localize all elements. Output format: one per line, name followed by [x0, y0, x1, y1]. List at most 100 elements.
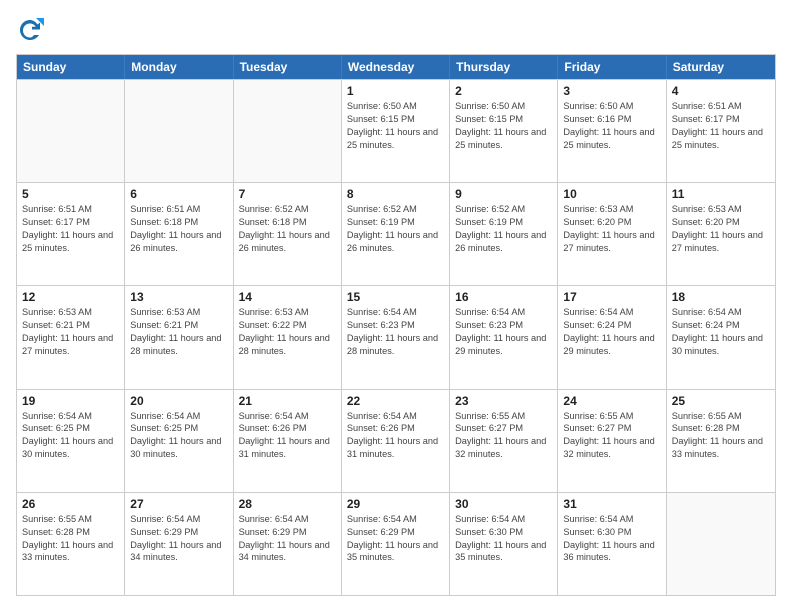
calendar-cell: [234, 80, 342, 182]
calendar-header-day: Monday: [125, 55, 233, 79]
day-number: 23: [455, 394, 552, 408]
calendar-header-day: Wednesday: [342, 55, 450, 79]
day-number: 12: [22, 290, 119, 304]
calendar-cell: 11 Sunrise: 6:53 AM Sunset: 6:20 PM Dayli…: [667, 183, 775, 285]
calendar-cell: 28 Sunrise: 6:54 AM Sunset: 6:29 PM Dayli…: [234, 493, 342, 595]
day-info: Sunrise: 6:51 AM Sunset: 6:17 PM Dayligh…: [22, 203, 119, 255]
day-number: 11: [672, 187, 770, 201]
calendar-week-row: 12 Sunrise: 6:53 AM Sunset: 6:21 PM Dayli…: [17, 285, 775, 388]
day-number: 19: [22, 394, 119, 408]
calendar-body: 1Sunrise: 6:50 AM Sunset: 6:15 PM Daylig…: [17, 79, 775, 595]
calendar-header-day: Sunday: [17, 55, 125, 79]
day-info: Sunrise: 6:55 AM Sunset: 6:27 PM Dayligh…: [563, 410, 660, 462]
calendar-cell: 4Sunrise: 6:51 AM Sunset: 6:17 PM Daylig…: [667, 80, 775, 182]
day-info: Sunrise: 6:54 AM Sunset: 6:29 PM Dayligh…: [347, 513, 444, 565]
calendar-cell: 8Sunrise: 6:52 AM Sunset: 6:19 PM Daylig…: [342, 183, 450, 285]
calendar-header-day: Tuesday: [234, 55, 342, 79]
calendar-cell: 24Sunrise: 6:55 AM Sunset: 6:27 PM Dayli…: [558, 390, 666, 492]
day-number: 31: [563, 497, 660, 511]
day-info: Sunrise: 6:52 AM Sunset: 6:19 PM Dayligh…: [455, 203, 552, 255]
calendar-cell: 21Sunrise: 6:54 AM Sunset: 6:26 PM Dayli…: [234, 390, 342, 492]
day-number: 27: [130, 497, 227, 511]
header: [16, 16, 776, 44]
day-number: 6: [130, 187, 227, 201]
day-number: 4: [672, 84, 770, 98]
day-info: Sunrise: 6:54 AM Sunset: 6:24 PM Dayligh…: [672, 306, 770, 358]
calendar-cell: 15 Sunrise: 6:54 AM Sunset: 6:23 PM Dayli…: [342, 286, 450, 388]
day-number: 26: [22, 497, 119, 511]
calendar-cell: 25 Sunrise: 6:55 AM Sunset: 6:28 PM Dayli…: [667, 390, 775, 492]
calendar-week-row: 5 Sunrise: 6:51 AM Sunset: 6:17 PM Daylig…: [17, 182, 775, 285]
day-info: Sunrise: 6:54 AM Sunset: 6:29 PM Dayligh…: [130, 513, 227, 565]
calendar-cell: 5 Sunrise: 6:51 AM Sunset: 6:17 PM Daylig…: [17, 183, 125, 285]
day-number: 16: [455, 290, 552, 304]
day-info: Sunrise: 6:54 AM Sunset: 6:25 PM Dayligh…: [22, 410, 119, 462]
calendar-header-day: Saturday: [667, 55, 775, 79]
day-info: Sunrise: 6:52 AM Sunset: 6:18 PM Dayligh…: [239, 203, 336, 255]
calendar-cell: 26 Sunrise: 6:55 AM Sunset: 6:28 PM Dayli…: [17, 493, 125, 595]
day-number: 9: [455, 187, 552, 201]
day-info: Sunrise: 6:50 AM Sunset: 6:15 PM Dayligh…: [455, 100, 552, 152]
calendar-cell: [17, 80, 125, 182]
day-info: Sunrise: 6:52 AM Sunset: 6:19 PM Dayligh…: [347, 203, 444, 255]
day-info: Sunrise: 6:51 AM Sunset: 6:18 PM Dayligh…: [130, 203, 227, 255]
day-info: Sunrise: 6:50 AM Sunset: 6:15 PM Dayligh…: [347, 100, 444, 152]
calendar-cell: 17 Sunrise: 6:54 AM Sunset: 6:24 PM Dayli…: [558, 286, 666, 388]
calendar-cell: 29 Sunrise: 6:54 AM Sunset: 6:29 PM Dayli…: [342, 493, 450, 595]
day-number: 14: [239, 290, 336, 304]
day-number: 7: [239, 187, 336, 201]
calendar-cell: 9 Sunrise: 6:52 AM Sunset: 6:19 PM Daylig…: [450, 183, 558, 285]
day-info: Sunrise: 6:53 AM Sunset: 6:21 PM Dayligh…: [130, 306, 227, 358]
day-info: Sunrise: 6:50 AM Sunset: 6:16 PM Dayligh…: [563, 100, 660, 152]
calendar-cell: 12 Sunrise: 6:53 AM Sunset: 6:21 PM Dayli…: [17, 286, 125, 388]
day-info: Sunrise: 6:55 AM Sunset: 6:27 PM Dayligh…: [455, 410, 552, 462]
day-info: Sunrise: 6:55 AM Sunset: 6:28 PM Dayligh…: [672, 410, 770, 462]
calendar-cell: 6 Sunrise: 6:51 AM Sunset: 6:18 PM Daylig…: [125, 183, 233, 285]
calendar: SundayMondayTuesdayWednesdayThursdayFrid…: [16, 54, 776, 596]
calendar-cell: 13 Sunrise: 6:53 AM Sunset: 6:21 PM Dayli…: [125, 286, 233, 388]
day-number: 30: [455, 497, 552, 511]
calendar-cell: 22 Sunrise: 6:54 AM Sunset: 6:26 PM Dayli…: [342, 390, 450, 492]
calendar-cell: 14 Sunrise: 6:53 AM Sunset: 6:22 PM Dayli…: [234, 286, 342, 388]
day-info: Sunrise: 6:53 AM Sunset: 6:21 PM Dayligh…: [22, 306, 119, 358]
day-number: 28: [239, 497, 336, 511]
day-info: Sunrise: 6:53 AM Sunset: 6:20 PM Dayligh…: [563, 203, 660, 255]
day-info: Sunrise: 6:54 AM Sunset: 6:26 PM Dayligh…: [347, 410, 444, 462]
calendar-cell: [125, 80, 233, 182]
calendar-cell: 18Sunrise: 6:54 AM Sunset: 6:24 PM Dayli…: [667, 286, 775, 388]
day-number: 2: [455, 84, 552, 98]
day-info: Sunrise: 6:53 AM Sunset: 6:22 PM Dayligh…: [239, 306, 336, 358]
calendar-cell: 7 Sunrise: 6:52 AM Sunset: 6:18 PM Daylig…: [234, 183, 342, 285]
calendar-cell: 19 Sunrise: 6:54 AM Sunset: 6:25 PM Dayli…: [17, 390, 125, 492]
day-number: 3: [563, 84, 660, 98]
calendar-week-row: 1Sunrise: 6:50 AM Sunset: 6:15 PM Daylig…: [17, 79, 775, 182]
day-number: 15: [347, 290, 444, 304]
calendar-week-row: 26 Sunrise: 6:55 AM Sunset: 6:28 PM Dayli…: [17, 492, 775, 595]
calendar-cell: 10 Sunrise: 6:53 AM Sunset: 6:20 PM Dayli…: [558, 183, 666, 285]
day-info: Sunrise: 6:54 AM Sunset: 6:23 PM Dayligh…: [347, 306, 444, 358]
logo: [16, 16, 48, 44]
calendar-cell: 16Sunrise: 6:54 AM Sunset: 6:23 PM Dayli…: [450, 286, 558, 388]
day-info: Sunrise: 6:53 AM Sunset: 6:20 PM Dayligh…: [672, 203, 770, 255]
calendar-header-day: Friday: [558, 55, 666, 79]
day-info: Sunrise: 6:55 AM Sunset: 6:28 PM Dayligh…: [22, 513, 119, 565]
day-number: 29: [347, 497, 444, 511]
day-number: 17: [563, 290, 660, 304]
day-number: 22: [347, 394, 444, 408]
day-number: 13: [130, 290, 227, 304]
calendar-header-day: Thursday: [450, 55, 558, 79]
calendar-cell: 3 Sunrise: 6:50 AM Sunset: 6:16 PM Daylig…: [558, 80, 666, 182]
day-number: 25: [672, 394, 770, 408]
day-info: Sunrise: 6:54 AM Sunset: 6:24 PM Dayligh…: [563, 306, 660, 358]
calendar-cell: 23 Sunrise: 6:55 AM Sunset: 6:27 PM Dayli…: [450, 390, 558, 492]
day-info: Sunrise: 6:54 AM Sunset: 6:29 PM Dayligh…: [239, 513, 336, 565]
logo-icon: [16, 16, 44, 44]
calendar-cell: 30Sunrise: 6:54 AM Sunset: 6:30 PM Dayli…: [450, 493, 558, 595]
day-info: Sunrise: 6:54 AM Sunset: 6:25 PM Dayligh…: [130, 410, 227, 462]
day-number: 10: [563, 187, 660, 201]
calendar-cell: 2 Sunrise: 6:50 AM Sunset: 6:15 PM Daylig…: [450, 80, 558, 182]
calendar-cell: 27 Sunrise: 6:54 AM Sunset: 6:29 PM Dayli…: [125, 493, 233, 595]
calendar-cell: 1Sunrise: 6:50 AM Sunset: 6:15 PM Daylig…: [342, 80, 450, 182]
day-number: 5: [22, 187, 119, 201]
day-info: Sunrise: 6:54 AM Sunset: 6:30 PM Dayligh…: [563, 513, 660, 565]
